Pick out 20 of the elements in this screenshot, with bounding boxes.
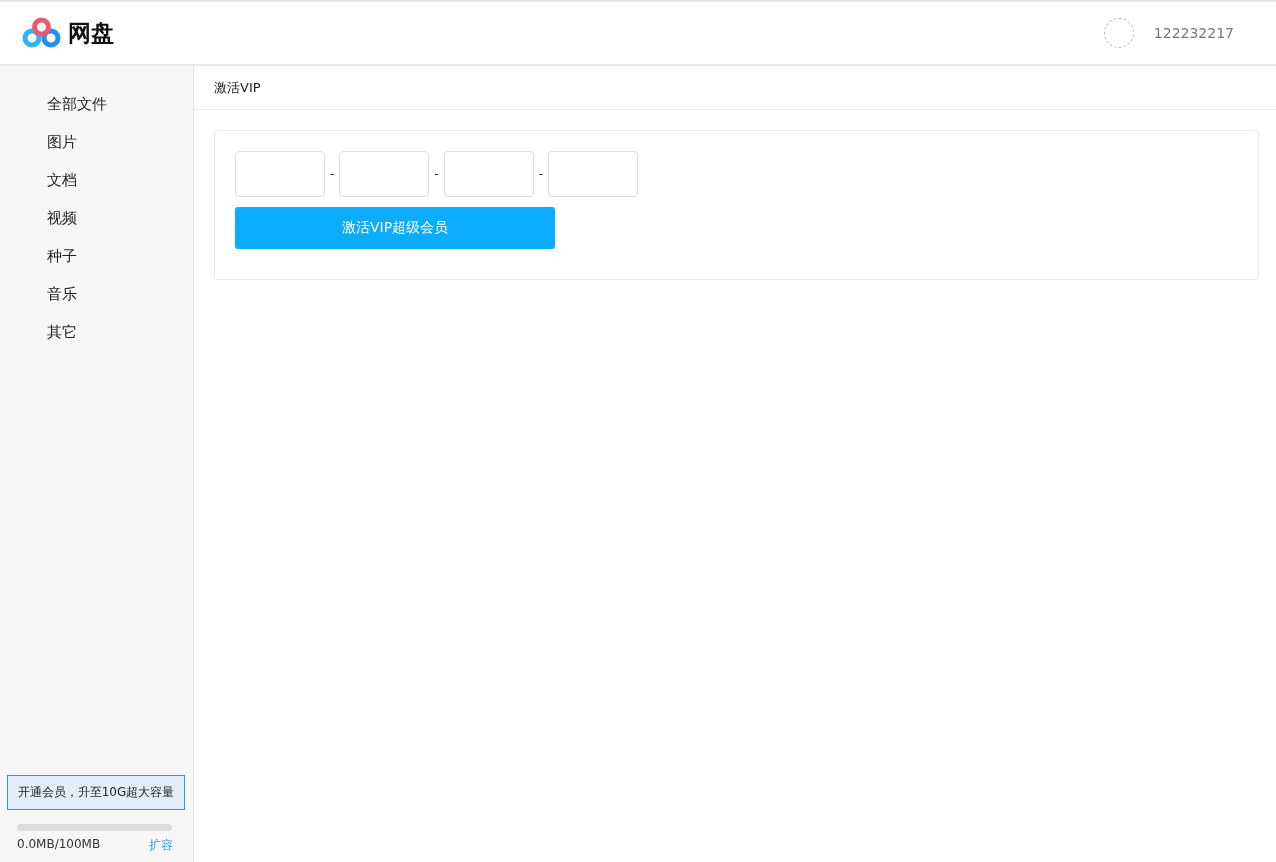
code-input-field[interactable] bbox=[548, 151, 639, 197]
code-input-field[interactable] bbox=[443, 151, 534, 197]
sidebar-item[interactable]: 其它 bbox=[47, 320, 193, 344]
sidebar-item[interactable]: 文档 bbox=[47, 168, 193, 192]
sidebar-item[interactable]: 图片 bbox=[47, 130, 193, 154]
sidebar-item[interactable]: 音乐 bbox=[47, 282, 193, 306]
separator-text: - bbox=[329, 167, 336, 181]
separator-text: - bbox=[537, 167, 545, 181]
cloud-logo-icon bbox=[22, 17, 62, 49]
logo-text: 网盘 bbox=[68, 18, 114, 48]
code-input-field[interactable] bbox=[235, 151, 325, 197]
sidebar-item[interactable]: 全部文件 bbox=[47, 92, 193, 116]
username[interactable]: 122232217 bbox=[1153, 25, 1234, 41]
code-input-field[interactable] bbox=[339, 151, 430, 197]
sidebar-item[interactable]: 视频 bbox=[47, 206, 193, 230]
sidebar-item[interactable]: 种子 bbox=[47, 244, 193, 268]
separator-text: - bbox=[433, 167, 440, 181]
storage-reading: 0.0MB/100MB bbox=[17, 837, 101, 853]
upgrade-button[interactable]: 开通会员，升至10G超大容量 bbox=[7, 775, 185, 810]
breadcrumb: 激活VIP bbox=[214, 78, 261, 97]
